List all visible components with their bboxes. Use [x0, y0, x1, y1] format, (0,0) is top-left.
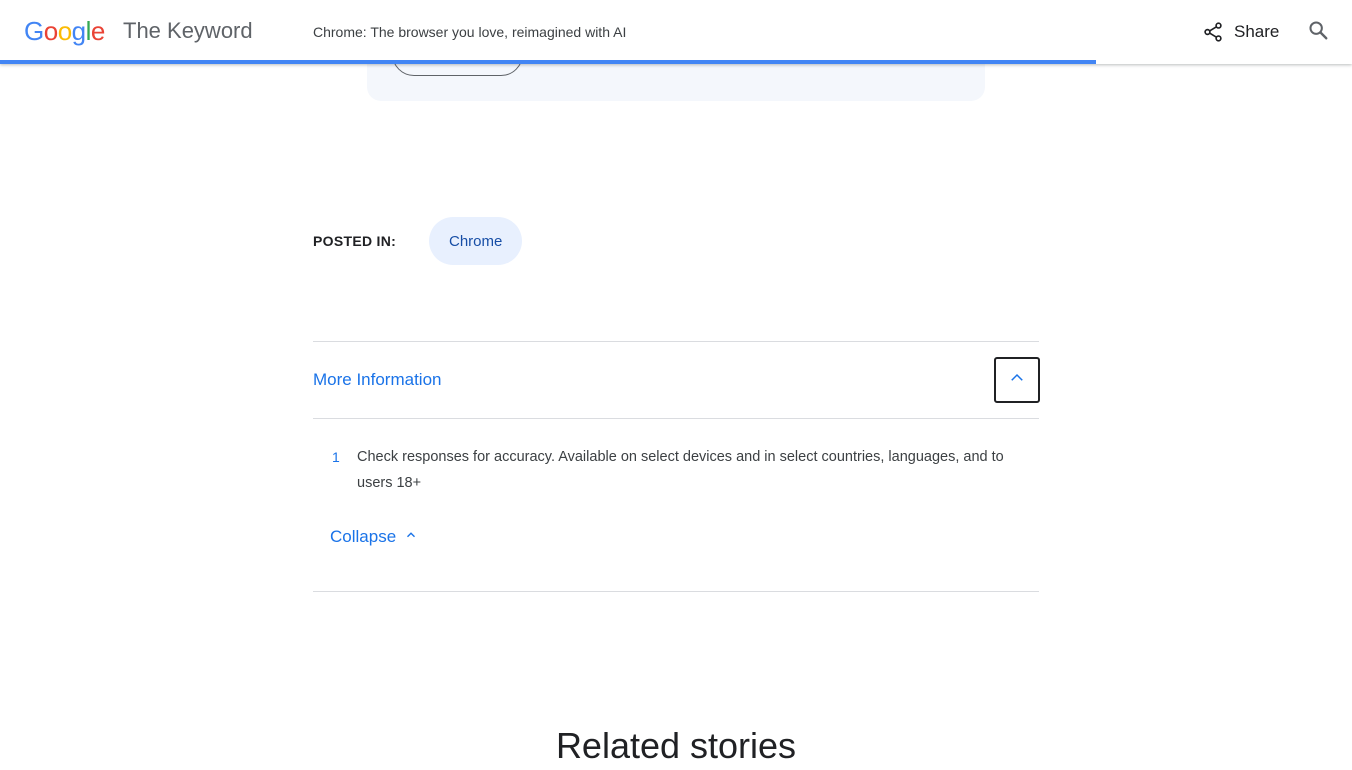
article-title: Chrome: The browser you love, reimagined…: [313, 24, 627, 40]
footnote-item: 1 Check responses for accuracy. Availabl…: [313, 444, 1039, 496]
logo-letter: g: [71, 16, 86, 46]
posted-in-label: POSTED IN:: [313, 233, 397, 249]
site-header: Google The Keyword Chrome: The browser y…: [0, 0, 1352, 64]
more-information-title: More Information: [313, 370, 442, 389]
reading-progress-bar: [0, 60, 1352, 64]
accordion-toggle-button[interactable]: [994, 357, 1040, 403]
logo-letter: G: [24, 16, 44, 46]
chevron-up-icon: [404, 528, 418, 547]
chevron-up-icon: [1008, 369, 1026, 392]
logo-letter: o: [57, 16, 72, 46]
more-information-header[interactable]: More Information: [313, 342, 1040, 419]
share-icon: [1202, 21, 1224, 43]
more-information-accordion: More Information 1 Check responses for a…: [313, 341, 1040, 592]
share-button[interactable]: Share: [1202, 18, 1279, 46]
search-button[interactable]: [1304, 18, 1332, 46]
reading-progress-fill: [0, 60, 1097, 64]
footnote-text: Check responses for accuracy. Available …: [357, 449, 1004, 491]
share-label: Share: [1234, 22, 1280, 41]
google-logo[interactable]: Google: [24, 14, 105, 48]
posted-in: POSTED IN: Chrome: [313, 217, 523, 265]
logo-letter: o: [43, 16, 58, 46]
collapse-label: Collapse: [330, 527, 397, 546]
collapse-button[interactable]: Collapse: [330, 527, 418, 547]
more-information-body: 1 Check responses for accuracy. Availabl…: [313, 419, 1039, 592]
logo-letter: e: [90, 16, 105, 46]
search-icon: [1307, 19, 1329, 46]
footnote-number[interactable]: 1: [313, 444, 357, 496]
site-title[interactable]: The Keyword: [123, 17, 253, 45]
tag-chip-chrome[interactable]: Chrome: [429, 217, 523, 265]
related-stories-heading: Related stories: [555, 725, 797, 766]
